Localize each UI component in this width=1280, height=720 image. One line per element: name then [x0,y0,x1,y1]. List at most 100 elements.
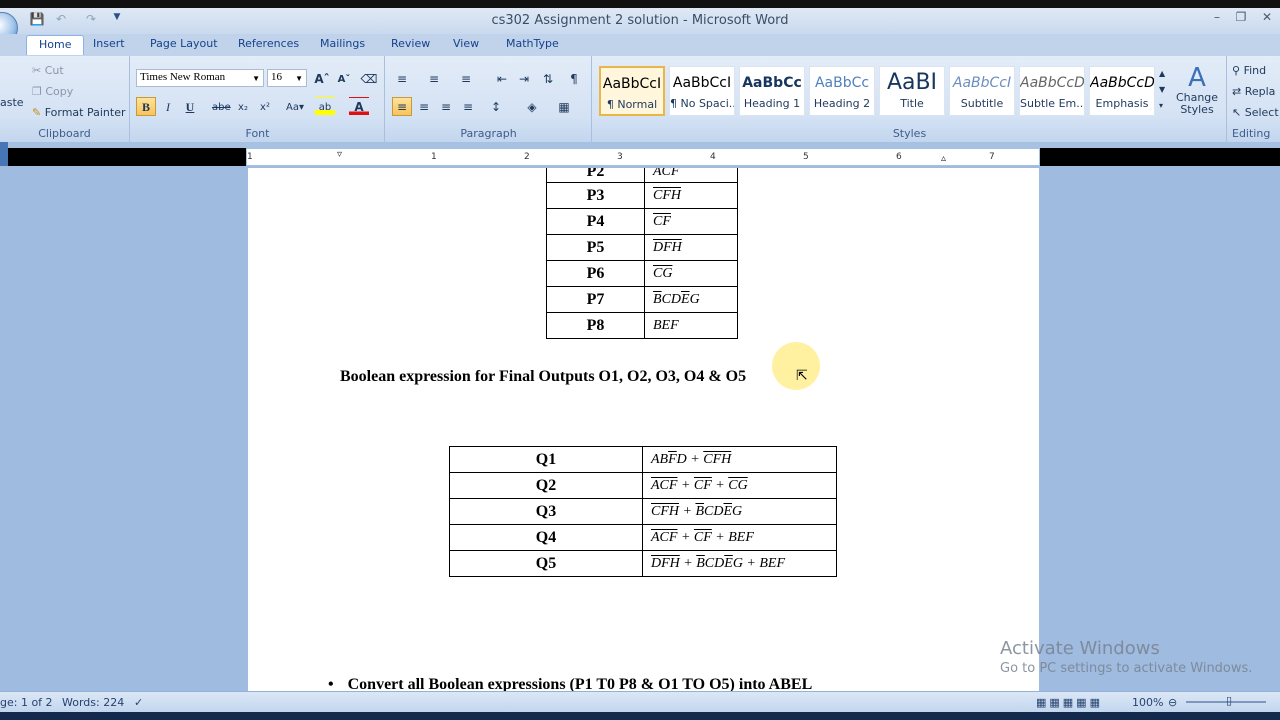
strikethrough-button[interactable]: abe [211,97,231,116]
paintbrush-icon: ✎ [32,106,42,119]
shrink-font-icon[interactable]: Aˇ [334,69,354,88]
tab-view[interactable]: View [453,37,479,50]
ruler-number: 4 [710,152,716,162]
align-center-icon[interactable]: ≡ [414,97,434,116]
bullets-icon[interactable]: ≡ [392,69,412,88]
format-painter-label: Format Painter [44,106,126,119]
bullet-item: • Convert all Boolean expressions (P1 T0 … [328,676,812,691]
binoculars-icon: ⚲ [1232,64,1241,77]
highlight-icon[interactable]: ab [315,97,335,116]
editing-group-label: Editing [1232,127,1271,140]
borders-icon[interactable]: ▦ [554,97,574,116]
clipboard-group-label: Clipboard [38,127,91,140]
zoom-level[interactable]: 100% [1132,696,1163,709]
minimize-button[interactable]: – [1206,10,1228,28]
style-emphasis[interactable]: AaBbCcD Emphasis [1089,66,1155,116]
copy-label: Copy [45,85,74,98]
final-outputs-table: Q1 ABFD + CFH Q2 ACF + CF + CG Q3 CFH + BCD… [449,446,837,577]
tab-home[interactable]: Home [26,35,85,55]
style-heading-1[interactable]: AaBbCc Heading 1 [739,66,805,116]
table-row: P5 DFH [546,234,738,261]
change-styles-button[interactable]: A Change Styles [1169,64,1225,116]
document-page[interactable]: P2 ACF P3 CFH P4 CF P5 DFH P6 CG P7 BCDEG P8 BE… [248,168,1039,691]
proofing-icon[interactable]: ✓ [134,696,143,709]
align-left-icon[interactable]: ≡ [392,97,412,116]
numbering-icon[interactable]: ≡ [424,69,444,88]
style-heading-2[interactable]: AaBbCc Heading 2 [809,66,875,116]
tab-insert[interactable]: Insert [93,37,125,50]
italic-button[interactable]: I [158,97,178,116]
tab-page-layout[interactable]: Page Layout [150,37,218,50]
style-subtitle[interactable]: AaBbCcI Subtitle [949,66,1015,116]
decrease-indent-icon[interactable]: ⇤ [492,69,512,88]
select-button[interactable]: ↖ Select [1232,106,1279,119]
restore-button[interactable]: ❐ [1230,10,1252,28]
word-count[interactable]: Words: 224 [62,696,124,709]
cut-button[interactable]: ✂ Cut [32,64,64,77]
paragraph-group: ≡ ≡ ≡ ⇤ ⇥ ⇅ ¶ ≡ ≡ ≡ ≡ ↕ ◈ ▦ Paragraph [386,56,592,142]
font-group-label: Font [245,127,270,140]
replace-button[interactable]: ⇄ Repla [1232,85,1275,98]
line-spacing-icon[interactable]: ↕ [486,97,506,116]
font-color-icon[interactable]: A [349,97,369,116]
copy-button[interactable]: ❐ Copy [32,85,73,98]
style-name: Title [900,97,924,110]
section-heading: Boolean expression for Final Outputs O1,… [340,368,747,385]
styles-a-icon: A [1188,63,1206,93]
font-group: Times New Roman ▼ 16 ▼ Aˆ Aˇ ⌫ B I U abe x… [131,56,385,142]
zoom-out-icon[interactable]: ⊖ [1168,696,1177,709]
tab-references[interactable]: References [238,37,299,50]
sort-icon[interactable]: ⇅ [538,69,558,88]
copy-icon: ❐ [32,85,42,98]
indent-marker-icon[interactable]: ▿ [337,149,342,160]
paragraph-group-label: Paragraph [460,127,517,140]
show-formatting-icon[interactable]: ¶ [564,69,584,88]
increase-indent-icon[interactable]: ⇥ [514,69,534,88]
tab-mathtype[interactable]: MathType [506,37,559,50]
style-preview: AaBbCc [814,75,870,91]
table-row: P6 CG [546,260,738,287]
shading-icon[interactable]: ◈ [522,97,542,116]
activate-windows-watermark: Activate Windows Go to PC settings to ac… [1000,638,1252,676]
page-count[interactable]: ge: 1 of 2 [0,696,53,709]
change-case-button[interactable]: Aa▾ [281,97,309,116]
multilevel-list-icon[interactable]: ≡ [456,69,476,88]
style-no-spacing[interactable]: AaBbCcI ¶ No Spaci... [669,66,735,116]
bold-button[interactable]: B [136,97,156,116]
chevron-down-icon: ▼ [295,74,303,83]
row-expression: ACF + CF + BEF [642,524,837,551]
row-label: Q3 [449,498,643,525]
superscript-button[interactable]: x² [255,97,275,116]
editing-group: ⚲ Find ⇄ Repla ↖ Select Editing [1228,56,1280,142]
tab-review[interactable]: Review [391,37,430,50]
cut-label: Cut [44,64,64,77]
style-title[interactable]: AaBI Title [879,66,945,116]
style-subtle-emphasis[interactable]: AaBbCcD Subtle Em... [1019,66,1085,116]
table-row: P8 BEF [546,312,738,339]
zoom-thumb-icon[interactable]: ▯ [1226,694,1232,707]
view-buttons-icon[interactable]: ▦▦▦▦▦ [1036,696,1103,709]
styles-scroll-icon[interactable]: ▲ ▼ ▾ [1159,66,1165,114]
clear-formatting-icon[interactable]: ⌫ [359,69,379,88]
underline-button[interactable]: U [180,97,200,116]
paste-button[interactable]: aste [0,96,24,109]
find-button[interactable]: ⚲ Find [1232,64,1266,77]
font-size-field[interactable]: 16 ▼ [267,69,307,87]
styles-group: AaBbCcI ¶ Normal AaBbCcI ¶ No Spaci... AaB… [593,56,1227,142]
replace-icon: ⇄ [1232,85,1242,98]
tab-mailings[interactable]: Mailings [320,37,365,50]
horizontal-ruler[interactable]: 1 ▿ 1 2 3 4 5 6 ▵ 7 [246,148,1040,166]
align-right-icon[interactable]: ≡ [436,97,456,116]
style-name: Subtitle [960,97,1004,110]
style-preview: AaBbCcD [1020,75,1084,91]
watermark-subtitle: Go to PC settings to activate Windows. [1000,661,1253,676]
subscript-button[interactable]: x₂ [233,97,253,116]
close-button[interactable]: ✕ [1256,10,1278,28]
format-painter-button[interactable]: ✎ Format Painter [32,106,126,119]
right-indent-marker-icon[interactable]: ▵ [941,153,946,164]
font-name-field[interactable]: Times New Roman ▼ [136,69,264,87]
style-normal[interactable]: AaBbCcI ¶ Normal [599,66,665,116]
grow-font-icon[interactable]: Aˆ [312,69,332,88]
style-name: ¶ No Spaci... [670,97,734,110]
justify-icon[interactable]: ≡ [458,97,478,116]
